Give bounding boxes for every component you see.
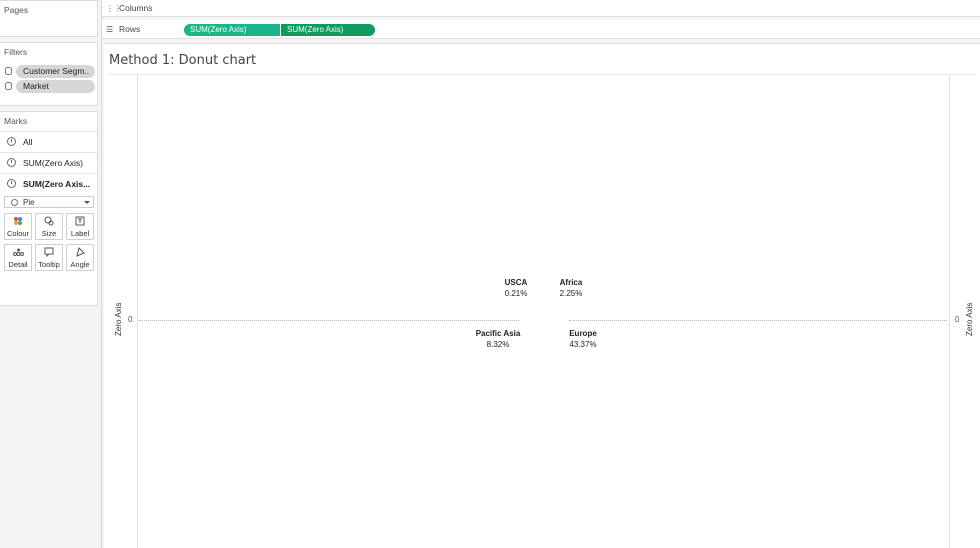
pie-mark-icon xyxy=(7,158,16,167)
data-label-europe: Europe 43.37% xyxy=(565,328,601,350)
data-label-name: Africa xyxy=(559,278,583,287)
size-label: Size xyxy=(41,229,57,238)
angle-icon xyxy=(67,247,93,260)
right-axis-zero-tick: 0 xyxy=(955,315,960,324)
size-button[interactable]: Size xyxy=(35,213,63,240)
worksheet-canvas[interactable]: Method 1: Donut chart Zero Axis Zero Axi… xyxy=(104,43,980,548)
data-label-value: 43.37% xyxy=(569,340,597,349)
columns-label-text: Columns xyxy=(119,3,153,13)
filter-pill-customer-segment[interactable]: Customer Segm.. xyxy=(16,65,95,78)
left-pane: Pages Filters Customer Segm.. Market Mar… xyxy=(0,0,102,548)
rows-shelf-label: ☰ Rows xyxy=(106,20,140,39)
detail-button[interactable]: Detail xyxy=(4,244,32,271)
marks-row-label: All xyxy=(23,137,33,147)
left-axis-zero-tick: 0 xyxy=(128,315,133,324)
size-icon xyxy=(36,216,62,229)
pages-card[interactable]: Pages xyxy=(0,0,98,37)
angle-button[interactable]: Angle xyxy=(66,244,94,271)
colour-button[interactable]: Colour xyxy=(4,213,32,240)
columns-shelf-label: ⋮⋮Columns xyxy=(106,0,153,17)
rows-label-text: Rows xyxy=(119,24,141,34)
rows-icon: ☰ xyxy=(106,25,114,34)
zero-line-left xyxy=(139,320,519,321)
data-label-name: Europe xyxy=(569,329,597,338)
data-label-value: 0.21% xyxy=(504,289,528,298)
tooltip-icon xyxy=(36,247,62,260)
pie-icon xyxy=(11,199,18,206)
marks-card: Marks All SUM(Zero Axis) SUM(Zero Axis..… xyxy=(0,111,98,306)
columns-shelf[interactable]: ⋮⋮Columns xyxy=(102,0,980,17)
right-axis-border xyxy=(949,75,950,548)
zero-line-right xyxy=(569,320,947,321)
label-button[interactable]: Label xyxy=(66,213,94,240)
mark-type-select[interactable]: Pie xyxy=(4,196,94,208)
data-label-name: Pacific Asia xyxy=(475,329,521,338)
database-icon xyxy=(5,82,12,90)
detail-label: Detail xyxy=(8,260,28,269)
marks-row-label: SUM(Zero Axis) xyxy=(23,158,83,168)
marks-row-label: SUM(Zero Axis... xyxy=(23,179,91,189)
multiple-marks-icon xyxy=(7,137,16,146)
data-label-value: 8.32% xyxy=(486,340,510,349)
marks-row-zero-axis-1[interactable]: SUM(Zero Axis) xyxy=(0,152,97,172)
data-label-usca: USCA 0.21% xyxy=(502,277,530,299)
angle-label: Angle xyxy=(70,260,90,269)
database-icon xyxy=(5,67,12,75)
title-divider xyxy=(108,74,976,75)
pages-title: Pages xyxy=(4,5,29,15)
marks-row-all[interactable]: All xyxy=(0,131,97,151)
rows-shelf[interactable]: ☰ Rows SUM(Zero Axis) SUM(Zero Axis) xyxy=(102,20,980,39)
data-label-value: 2.25% xyxy=(559,289,583,298)
tooltip-button[interactable]: Tooltip xyxy=(35,244,63,271)
pie-mark-icon xyxy=(7,179,16,188)
label-label: Label xyxy=(70,229,90,238)
label-icon xyxy=(67,216,93,229)
colour-label: Colour xyxy=(6,229,30,238)
rows-pill-zero-axis-2[interactable]: SUM(Zero Axis) xyxy=(281,24,375,36)
filters-card: Filters Customer Segm.. Market xyxy=(0,42,98,106)
filters-title: Filters xyxy=(4,47,28,57)
marks-title: Marks xyxy=(4,116,28,126)
colour-icon xyxy=(5,216,31,229)
columns-icon: ⋮⋮ xyxy=(106,4,122,13)
data-label-name: USCA xyxy=(504,278,528,287)
detail-icon xyxy=(5,247,31,260)
filter-pill-market[interactable]: Market xyxy=(16,80,95,93)
data-label-africa: Africa 2.25% xyxy=(556,277,586,299)
right-axis-label[interactable]: Zero Axis xyxy=(965,303,974,336)
tooltip-label: Tooltip xyxy=(38,260,60,269)
data-label-pacific-asia: Pacific Asia 8.32% xyxy=(474,328,522,350)
marks-row-zero-axis-2[interactable]: SUM(Zero Axis... xyxy=(0,173,97,193)
chevron-down-icon xyxy=(84,201,90,204)
worksheet-title: Method 1: Donut chart xyxy=(109,53,257,68)
left-axis-border xyxy=(137,75,138,548)
mark-type-value: Pie xyxy=(23,198,35,207)
rows-pill-zero-axis-1[interactable]: SUM(Zero Axis) xyxy=(184,24,280,36)
left-axis-label[interactable]: Zero Axis xyxy=(114,303,123,336)
